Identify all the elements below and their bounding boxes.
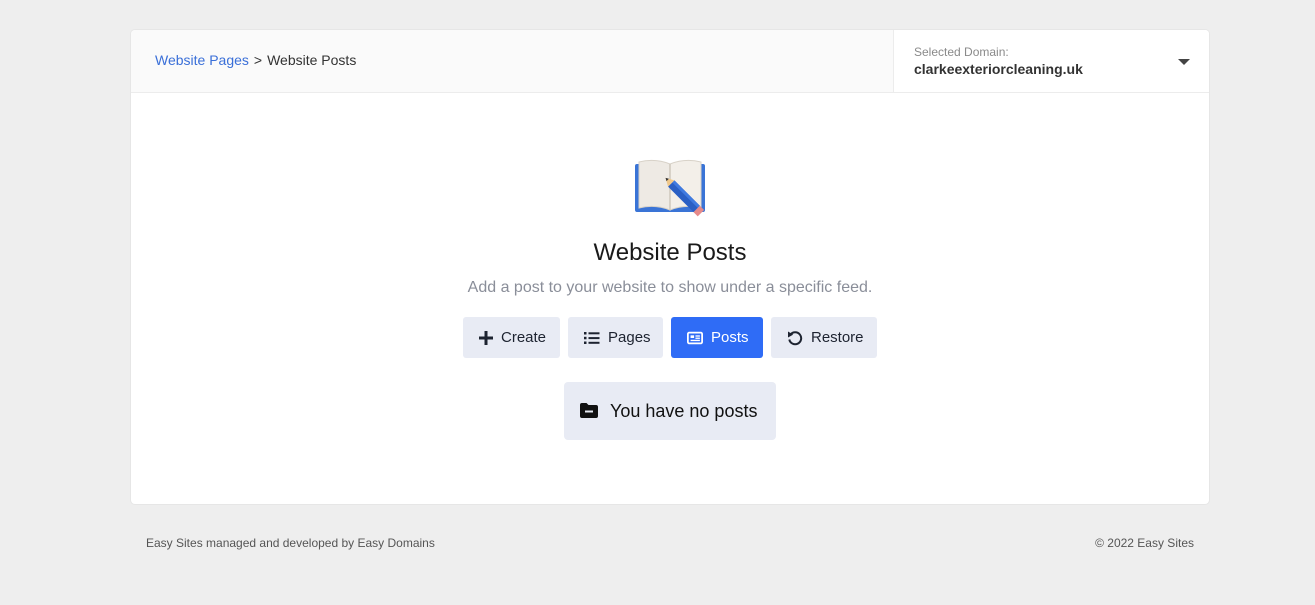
footer-credit: Easy Sites managed and developed by Easy…: [146, 536, 435, 550]
pages-button-label: Pages: [608, 329, 651, 346]
empty-state-text: You have no posts: [610, 400, 758, 421]
breadcrumb: Website Pages > Website Posts: [155, 52, 356, 68]
folder-minus-icon: [580, 403, 598, 419]
list-icon: [584, 330, 600, 346]
book-pencil-icon: [635, 159, 705, 217]
domain-selector[interactable]: Selected Domain: clarkeexteriorcleaning.…: [893, 30, 1209, 92]
breadcrumb-current: Website Posts: [267, 52, 357, 68]
create-button[interactable]: Create: [463, 317, 560, 358]
footer-copyright: © 2022 Easy Sites: [1095, 536, 1194, 550]
page-subtitle: Add a post to your website to show under…: [467, 279, 873, 296]
create-button-label: Create: [501, 329, 547, 346]
card-header: Website Pages > Website Posts Selected Dom…: [131, 30, 1209, 93]
breadcrumb-link-website-pages[interactable]: Website Pages: [155, 52, 249, 68]
newspaper-icon: [687, 330, 703, 346]
plus-icon: [479, 330, 493, 346]
empty-state-message: You have no posts: [564, 382, 776, 440]
domain-selector-label: Selected Domain:: [914, 45, 1009, 59]
domain-selector-value: clarkeexteriorcleaning.uk: [914, 61, 1083, 77]
main-card: Website Pages > Website Posts Selected Dom…: [131, 30, 1209, 504]
posts-button[interactable]: Posts: [671, 317, 763, 358]
restore-button[interactable]: Restore: [771, 317, 877, 358]
caret-down-icon: [1178, 59, 1190, 65]
page-title: Website Posts: [593, 239, 747, 266]
breadcrumb-separator: >: [253, 52, 263, 68]
action-button-group: Create Pages Posts Restore: [463, 317, 877, 358]
restore-button-label: Restore: [811, 329, 864, 346]
pages-button[interactable]: Pages: [568, 317, 663, 358]
posts-button-label: Posts: [711, 329, 749, 346]
undo-icon: [787, 330, 803, 346]
